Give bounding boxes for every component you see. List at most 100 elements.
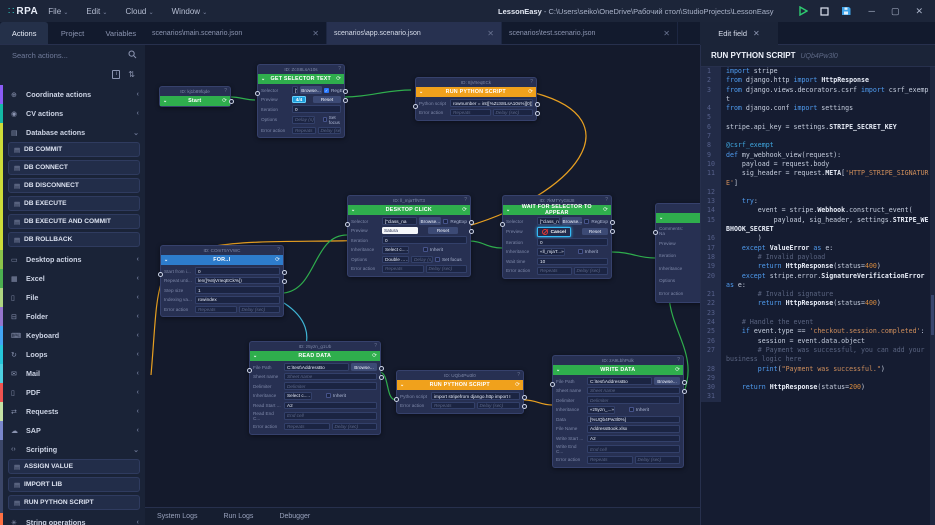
checkbox-inherit[interactable]: Inherit (629, 407, 649, 413)
sidebar-group-file[interactable]: ▯ File ‹ (3, 288, 145, 307)
python-code-editor[interactable]: 1 import stripe 2 from django.http import H… (701, 67, 931, 525)
save-icon[interactable] (841, 6, 851, 16)
field-input[interactable]: rowindex (195, 295, 280, 304)
repeat-icon[interactable]: ⟳ (675, 367, 680, 373)
field-input[interactable]: Repeats (292, 126, 316, 135)
field-select[interactable]: Double ... ⌄ (382, 255, 409, 264)
connection-port[interactable] (522, 395, 527, 400)
action-item-db-rollback[interactable]: ▤ DB ROLLBACK (8, 232, 140, 247)
help-icon[interactable]: ? (277, 247, 280, 253)
preview-input[interactable]: Satura (382, 226, 418, 235)
help-icon[interactable]: ? (517, 372, 520, 378)
field-input[interactable]: 0 (537, 238, 608, 246)
field-input[interactable]: Repeats (431, 401, 475, 410)
field-input[interactable]: Delay (sec) (425, 265, 467, 273)
connection-port[interactable] (535, 111, 540, 116)
help-icon[interactable]: ? (464, 197, 467, 203)
close-icon[interactable]: ✕ (753, 29, 760, 38)
node-title-bar[interactable]: ⌄ DESKTOP CLICK ⟳ (348, 205, 470, 215)
sidebar-group-excel[interactable]: ▦ Excel ‹ (3, 269, 145, 288)
node-read-data[interactable]: ID: z5yzn_g1Ub? ⌄ READ DATA ⟳ File Path C:\te… (247, 341, 384, 435)
connection-port[interactable] (255, 91, 260, 96)
node-title-bar[interactable]: ⌄ Start ⟳ (160, 96, 230, 106)
connection-port[interactable] (500, 222, 505, 227)
field-input[interactable]: Delay (sec) (492, 108, 533, 117)
connection-port[interactable] (522, 404, 527, 409)
sidebar-group-sap[interactable]: ☁ SAP ‹ (3, 421, 145, 440)
action-item-db-execute[interactable]: ▤ DB EXECUTE (8, 196, 140, 211)
node-title-bar[interactable]: ⌄ GET SELECTOR TEXT ⟳ (258, 74, 344, 84)
connection-port[interactable] (610, 229, 615, 234)
node-title-bar[interactable]: ⌄ FOR..I ⟳ (161, 255, 283, 265)
field-select[interactable]: «ll_mjaT...»⌄ (537, 247, 565, 256)
menu-file[interactable]: File ⌄ (48, 7, 68, 16)
connection-port[interactable] (394, 397, 399, 402)
node-run-python-script-2[interactable]: ID: UQb4Pw3l0? ⌄ RUN PYTHON SCRIPT ⟳ Python … (394, 370, 527, 414)
help-icon[interactable]: ? (677, 357, 680, 363)
sidebar-group-coordinate-actions[interactable]: ⊕ Coordinate actions ‹ (3, 85, 145, 104)
chevron-down-icon[interactable]: ⌄ (659, 215, 663, 221)
connection-port[interactable] (682, 389, 687, 394)
node-run-python-script-1[interactable]: ID: 8jVrIeqECk? ⌄ RUN PYTHON SCRIPT ⟳ Python… (413, 77, 540, 121)
menu-edit[interactable]: Edit ⌄ (86, 7, 107, 16)
close-icon[interactable]: ✕ (479, 29, 494, 38)
checkbox-inherit[interactable]: Inherit (578, 249, 598, 255)
field-select[interactable]: Select c... ⌄ (284, 391, 312, 400)
sidebar-group-keyboard[interactable]: ⌨ Keyboard ‹ (3, 326, 145, 345)
field-input[interactable]: len([%8jVrIeqECk%]) (195, 276, 280, 285)
file-tab[interactable]: scenarios\main.scenario.json ✕ (145, 22, 327, 44)
connection-port[interactable] (282, 270, 287, 275)
field-input[interactable]: A2 (587, 434, 680, 443)
tab-debugger[interactable]: Debugger (279, 513, 310, 520)
node-for-i[interactable]: ID: COmT5YVWC? ⌄ FOR..I ⟳ Start from i... 0 Re… (158, 245, 287, 318)
field-input[interactable]: Sheet name (587, 386, 680, 395)
checkbox-set-focus[interactable]: Set focus (322, 115, 341, 125)
connection-port[interactable] (469, 229, 474, 234)
help-icon[interactable]: ? (374, 343, 377, 349)
repeat-icon[interactable]: ⟳ (528, 89, 533, 95)
field-input[interactable]: Delay (sec) (238, 305, 280, 314)
file-tab[interactable]: scenarios\test.scenario.json ✕ (502, 22, 678, 44)
field-input[interactable]: 0 (382, 236, 467, 244)
field-input[interactable]: C:\test\AddressBo (587, 377, 652, 385)
field-input[interactable]: [%UQb4Pw3l0%] (587, 415, 680, 424)
help-icon[interactable]: ? (605, 197, 608, 203)
run-icon[interactable] (798, 6, 808, 16)
stop-icon[interactable] (819, 6, 829, 16)
field-input[interactable]: import stripefrom django.http import I (431, 392, 520, 400)
tab-variables[interactable]: Variables (97, 22, 145, 44)
repeat-icon[interactable]: ⟳ (275, 257, 280, 263)
connection-port[interactable] (158, 272, 163, 277)
sidebar-group-mail[interactable]: ✉ Mail ‹ (3, 364, 145, 383)
checkbox-inherit[interactable]: Inherit (423, 247, 443, 253)
sidebar-group-database-actions[interactable]: ▤ Database actions ⌄ (3, 123, 145, 142)
field-input[interactable]: Delay (s) (411, 255, 433, 264)
field-input[interactable]: Delimiter (284, 382, 377, 390)
field-button[interactable]: Browse... (300, 86, 322, 94)
menu-cloud[interactable]: Cloud ⌄ (125, 7, 153, 16)
checkbox-regexp[interactable]: RegExp (584, 218, 608, 224)
sort-icon[interactable]: ⇅ (128, 70, 135, 79)
connection-port[interactable] (343, 98, 348, 103)
connection-port[interactable] (413, 104, 418, 109)
repeat-icon[interactable]: ⟳ (603, 207, 608, 213)
checkbox-regexp[interactable]: RegExp (443, 218, 467, 224)
sidebar-group-cv-actions[interactable]: ◉ CV actions ‹ (3, 104, 145, 123)
help-icon[interactable]: ? (530, 79, 533, 85)
node-title-bar[interactable]: ⌄ RUN PYTHON SCRIPT ⟳ (397, 380, 523, 390)
field-button[interactable]: Reset (313, 95, 341, 104)
node-write-data[interactable]: ID: zA9LbhPulk? ⌄ WRITE DATA ⟳ File Path C:\t… (550, 355, 687, 468)
action-item-assign-value[interactable]: ▤ ASSIGN VALUE (8, 459, 140, 474)
sidebar-group-folder[interactable]: ⊟ Folder ‹ (3, 307, 145, 326)
maximize-button[interactable]: ▢ (891, 6, 900, 17)
field-input[interactable]: End cell (284, 412, 377, 420)
action-item-db-connect[interactable]: ▤ DB CONNECT (8, 160, 140, 175)
field-button[interactable]: Browse... (654, 377, 680, 385)
field-input[interactable]: End cell (587, 445, 680, 453)
sidebar-group-loops[interactable]: ↻ Loops ‹ (3, 345, 145, 364)
field-button[interactable]: Reset (428, 226, 458, 235)
field-input[interactable]: A2 (284, 401, 377, 410)
repeat-icon[interactable]: ⟳ (336, 76, 341, 82)
node-comments-node[interactable]: ⌄⟳ Comments: Na Preview Iteration Inheritanc… (653, 203, 700, 303)
scenario-canvas[interactable]: ID: kj1b89fqde? ⌄ Start ⟳ ID: ZcS8LsA10s? ⌄ GE… (145, 45, 700, 507)
